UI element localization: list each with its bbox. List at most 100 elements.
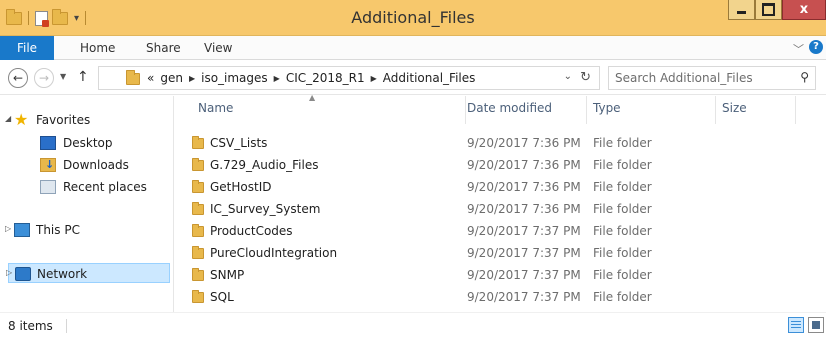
file-date: 9/20/2017 7:36 PM xyxy=(467,158,581,172)
file-type: File folder xyxy=(593,224,652,238)
column-header-name[interactable]: ▲ Name xyxy=(192,93,466,124)
folder-icon xyxy=(192,246,204,259)
nav-desktop[interactable]: Desktop xyxy=(0,133,174,153)
search-input[interactable] xyxy=(615,70,785,86)
file-name: SQL xyxy=(210,290,234,304)
details-view-button[interactable] xyxy=(788,317,804,333)
star-icon: ★ xyxy=(14,110,29,129)
maximize-button[interactable] xyxy=(755,0,782,20)
close-button[interactable]: x xyxy=(782,0,826,20)
column-header-date-modified[interactable]: Date modified xyxy=(461,96,587,124)
title-bar: ▾ Additional_Files x xyxy=(0,0,826,36)
file-name: SNMP xyxy=(210,268,245,282)
file-date: 9/20/2017 7:37 PM xyxy=(467,290,581,304)
collapsed-triangle-icon[interactable]: ▷ xyxy=(5,224,11,233)
nav-network[interactable]: ▷ Network xyxy=(6,263,170,283)
file-row[interactable]: GetHostID 9/20/2017 7:36 PM File folder xyxy=(176,176,826,198)
navigation-pane: ◢ ★ Favorites Desktop Downloads Recent p… xyxy=(0,96,174,312)
folder-icon xyxy=(192,136,204,149)
address-bar[interactable]: « gen ▶ iso_images ▶ CIC_2018_R1 ▶ Addit… xyxy=(98,66,600,90)
file-date: 9/20/2017 7:37 PM xyxy=(467,246,581,260)
up-button[interactable]: ↑ xyxy=(77,69,89,85)
breadcrumb-gen[interactable]: gen xyxy=(160,71,183,85)
navigation-bar: ← → ▼ ↑ « gen ▶ iso_images ▶ CIC_2018_R1… xyxy=(0,60,826,95)
folder-icon xyxy=(192,180,204,193)
file-name: GetHostID xyxy=(210,180,272,194)
chevron-right-icon[interactable]: ▶ xyxy=(371,74,377,83)
breadcrumb: « gen ▶ iso_images ▶ CIC_2018_R1 ▶ Addit… xyxy=(147,71,475,85)
sort-ascending-icon: ▲ xyxy=(309,93,316,102)
recent-locations-chevron-icon[interactable]: ▼ xyxy=(60,72,66,81)
nav-label: Recent places xyxy=(63,180,147,194)
breadcrumb-cic-2018-r1[interactable]: CIC_2018_R1 xyxy=(286,71,365,85)
column-label: Type xyxy=(593,101,621,115)
folder-icon xyxy=(192,290,204,303)
file-date: 9/20/2017 7:36 PM xyxy=(467,136,581,150)
file-name: IC_Survey_System xyxy=(210,202,321,216)
chevron-right-icon[interactable]: ▶ xyxy=(274,74,280,83)
file-list: ▲ Name Date modified Type Size CSV_Lists… xyxy=(176,93,826,312)
breadcrumb-iso-images[interactable]: iso_images xyxy=(201,71,268,85)
file-row[interactable]: IC_Survey_System 9/20/2017 7:36 PM File … xyxy=(176,198,826,220)
file-date: 9/20/2017 7:36 PM xyxy=(467,202,581,216)
nav-label: Desktop xyxy=(63,136,113,150)
back-button[interactable]: ← xyxy=(8,68,28,88)
network-icon xyxy=(15,267,31,281)
breadcrumb-overflow[interactable]: « xyxy=(147,71,154,85)
address-history-chevron-icon[interactable]: ⌄ xyxy=(564,71,572,82)
column-header-size[interactable]: Size xyxy=(716,96,796,124)
column-label: Date modified xyxy=(467,101,553,115)
search-box[interactable]: ⚲ xyxy=(608,66,816,90)
nav-label: Network xyxy=(37,267,88,281)
nav-favorites[interactable]: ◢ ★ Favorites xyxy=(0,110,174,130)
file-name: CSV_Lists xyxy=(210,136,268,150)
chevron-right-icon[interactable]: ▶ xyxy=(189,74,195,83)
large-icons-view-button[interactable] xyxy=(808,317,824,333)
tab-share[interactable]: Share xyxy=(146,36,181,60)
minimize-button[interactable] xyxy=(728,0,755,20)
file-type: File folder xyxy=(593,268,652,282)
file-row[interactable]: PureCloudIntegration 9/20/2017 7:37 PM F… xyxy=(176,242,826,264)
column-label: Size xyxy=(722,101,747,115)
nav-this-pc[interactable]: ▷ This PC xyxy=(0,220,174,240)
file-date: 9/20/2017 7:37 PM xyxy=(467,224,581,238)
file-row[interactable]: G.729_Audio_Files 9/20/2017 7:36 PM File… xyxy=(176,154,826,176)
folder-icon xyxy=(192,224,204,237)
file-type: File folder xyxy=(593,158,652,172)
status-bar: 8 items xyxy=(0,312,826,337)
column-header-type[interactable]: Type xyxy=(587,96,716,124)
recent-places-icon xyxy=(40,180,56,194)
file-name: PureCloudIntegration xyxy=(210,246,338,260)
tab-home[interactable]: Home xyxy=(80,36,115,60)
file-row[interactable]: SNMP 9/20/2017 7:37 PM File folder xyxy=(176,264,826,286)
search-icon[interactable]: ⚲ xyxy=(800,70,809,84)
expand-ribbon-chevron-icon[interactable]: ﹀ xyxy=(793,41,804,57)
nav-label: This PC xyxy=(36,223,80,237)
folder-icon xyxy=(192,268,204,281)
folder-icon xyxy=(126,70,140,85)
file-row[interactable]: CSV_Lists 9/20/2017 7:36 PM File folder xyxy=(176,132,826,154)
nav-label: Downloads xyxy=(63,158,129,172)
collapsed-triangle-icon[interactable]: ▷ xyxy=(6,268,12,277)
status-divider xyxy=(66,319,67,333)
item-count: 8 items xyxy=(8,319,53,333)
window-title: Additional_Files xyxy=(351,8,475,27)
expanded-triangle-icon[interactable]: ◢ xyxy=(5,114,11,123)
nav-recent-places[interactable]: Recent places xyxy=(0,177,174,197)
window-controls: x xyxy=(728,0,826,20)
downloads-icon xyxy=(40,158,56,172)
file-date: 9/20/2017 7:37 PM xyxy=(467,268,581,282)
nav-downloads[interactable]: Downloads xyxy=(0,155,174,175)
file-date: 9/20/2017 7:36 PM xyxy=(467,180,581,194)
file-row[interactable]: SQL 9/20/2017 7:37 PM File folder xyxy=(176,286,826,308)
tab-view[interactable]: View xyxy=(204,36,232,60)
breadcrumb-additional-files[interactable]: Additional_Files xyxy=(383,71,476,85)
help-icon[interactable]: ? xyxy=(809,40,823,54)
refresh-icon[interactable]: ↻ xyxy=(580,70,591,85)
folder-icon xyxy=(192,158,204,171)
nav-label: Favorites xyxy=(36,113,91,127)
file-row[interactable]: ProductCodes 9/20/2017 7:37 PM File fold… xyxy=(176,220,826,242)
file-type: File folder xyxy=(593,246,652,260)
tab-file[interactable]: File xyxy=(0,36,54,60)
forward-button[interactable]: → xyxy=(34,68,54,88)
